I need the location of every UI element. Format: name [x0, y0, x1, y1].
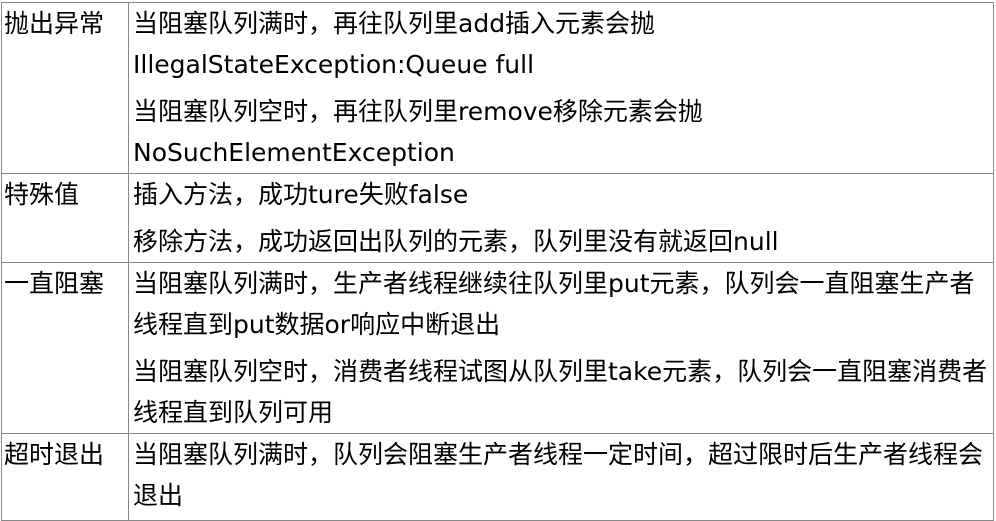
description-paragraph: 当阻塞队列空时，再往队列里remove移除元素会抛NoSuchElementEx…	[133, 97, 703, 167]
row-content-block: 当阻塞队列满时，生产者线程继续往队列里put元素，队列会一直阻塞生产者线程直到p…	[128, 262, 994, 434]
description-paragraph: 当阻塞队列满时，再往队列里add插入元素会抛IllegalStateExcept…	[133, 9, 656, 79]
table-row: 特殊值 插入方法，成功ture失败false 移除方法，成功返回出队列的元素，队…	[1, 173, 994, 263]
row-content-timeout: 当阻塞队列满时，队列会阻塞生产者线程一定时间，超过限时后生产者线程会退出	[128, 433, 994, 521]
description-paragraph: 当阻塞队列满时，生产者线程继续往队列里put元素，队列会一直阻塞生产者线程直到p…	[133, 269, 975, 339]
row-label-special-value: 特殊值	[1, 173, 129, 263]
table-row: 抛出异常 当阻塞队列满时，再往队列里add插入元素会抛IllegalStateE…	[1, 2, 994, 174]
blocking-queue-methods-table: 抛出异常 当阻塞队列满时，再往队列里add插入元素会抛IllegalStateE…	[1, 2, 994, 521]
row-label-block: 一直阻塞	[1, 262, 129, 434]
description-paragraph: 移除方法，成功返回出队列的元素，队列里没有就返回null	[133, 227, 779, 256]
row-label-throw-exception: 抛出异常	[1, 2, 129, 174]
row-content-throw-exception: 当阻塞队列满时，再往队列里add插入元素会抛IllegalStateExcept…	[128, 2, 994, 174]
description-paragraph: 当阻塞队列空时，消费者线程试图从队列里take元素，队列会一直阻塞消费者线程直到…	[133, 357, 988, 427]
table-row: 超时退出 当阻塞队列满时，队列会阻塞生产者线程一定时间，超过限时后生产者线程会退…	[1, 433, 994, 521]
table-row: 一直阻塞 当阻塞队列满时，生产者线程继续往队列里put元素，队列会一直阻塞生产者…	[1, 262, 994, 434]
row-label-timeout: 超时退出	[1, 433, 129, 521]
description-paragraph: 插入方法，成功ture失败false	[133, 180, 469, 209]
description-paragraph: 当阻塞队列满时，队列会阻塞生产者线程一定时间，超过限时后生产者线程会退出	[133, 440, 984, 510]
row-content-special-value: 插入方法，成功ture失败false 移除方法，成功返回出队列的元素，队列里没有…	[128, 173, 994, 263]
